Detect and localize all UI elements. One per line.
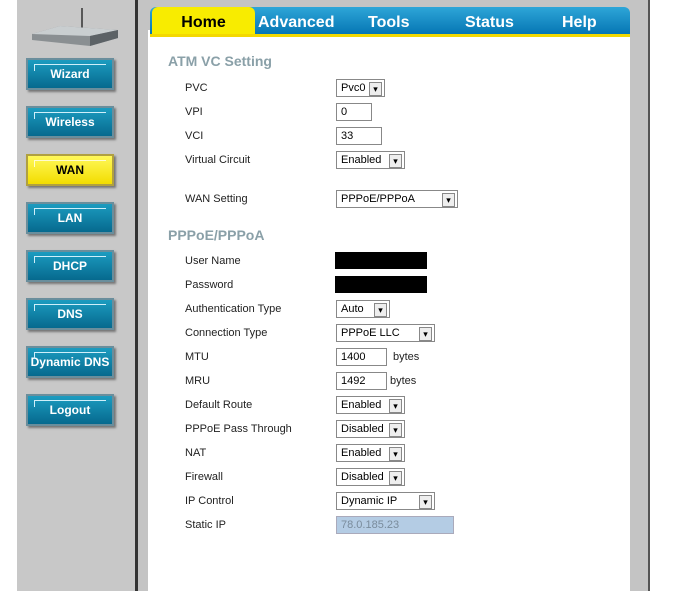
auth-type-select[interactable]: Auto [336, 300, 390, 318]
router-logo-icon [32, 8, 118, 46]
connection-type-label: Connection Type [185, 327, 268, 339]
sidebar-wan-button[interactable]: WAN [26, 154, 114, 186]
nat-label: NAT [185, 447, 207, 459]
mru-unit: bytes [390, 375, 417, 387]
password-label: Password [185, 279, 234, 291]
pppoe-pass-through-label: PPPoE Pass Through [185, 423, 292, 435]
virtual-circuit-select[interactable]: Enabled [336, 151, 405, 169]
mru-input[interactable]: 1492 [336, 372, 387, 390]
sidebar-wireless-button[interactable]: Wireless [26, 106, 114, 138]
pvc-label: PVC [185, 82, 208, 94]
sidebar-lan-button[interactable]: LAN [26, 202, 114, 234]
tab-help[interactable]: Help [562, 7, 597, 34]
tab-advanced[interactable]: Advanced [258, 7, 334, 34]
mtu-unit: bytes [393, 351, 420, 363]
wan-setting-select[interactable]: PPPoE/PPPoA [336, 190, 458, 208]
mtu-label: MTU [185, 351, 209, 363]
wan-setting-label: WAN Setting [185, 193, 248, 205]
vci-label: VCI [185, 130, 204, 142]
top-tabs: Home Advanced Tools Status Help [150, 7, 630, 37]
tab-status[interactable]: Status [465, 7, 514, 34]
divider [648, 0, 650, 591]
user-name-label: User Name [185, 255, 241, 267]
vci-input[interactable]: 33 [336, 127, 382, 145]
mtu-input[interactable]: 1400 [336, 348, 387, 366]
password-input[interactable] [335, 276, 427, 293]
firewall-select[interactable]: Disabled [336, 468, 405, 486]
nat-select[interactable]: Enabled [336, 444, 405, 462]
user-name-input[interactable] [335, 252, 427, 269]
ip-control-label: IP Control [185, 495, 234, 507]
firewall-label: Firewall [185, 471, 223, 483]
connection-type-select[interactable]: PPPoE LLC [336, 324, 435, 342]
static-ip-input: 78.0.185.23 [336, 516, 454, 534]
virtual-circuit-label: Virtual Circuit [185, 154, 251, 166]
pvc-select[interactable]: Pvc0 [336, 79, 385, 97]
auth-type-label: Authentication Type [185, 303, 282, 315]
default-route-select[interactable]: Enabled [336, 396, 405, 414]
sidebar-dhcp-button[interactable]: DHCP [26, 250, 114, 282]
pppoe-heading: PPPoE/PPPoA [168, 227, 265, 243]
sidebar-dns-button[interactable]: DNS [26, 298, 114, 330]
tab-home[interactable]: Home [152, 7, 255, 34]
sidebar-wizard-button[interactable]: Wizard [26, 58, 114, 90]
atm-vc-heading: ATM VC Setting [168, 53, 272, 69]
static-ip-label: Static IP [185, 519, 226, 531]
pppoe-pass-through-select[interactable]: Disabled [336, 420, 405, 438]
ip-control-select[interactable]: Dynamic IP [336, 492, 435, 510]
sidebar-logout-button[interactable]: Logout [26, 394, 114, 426]
default-route-label: Default Route [185, 399, 253, 411]
vpi-input[interactable]: 0 [336, 103, 372, 121]
tab-tools[interactable]: Tools [368, 7, 409, 34]
sidebar-dynamic-dns-button[interactable]: Dynamic DNS [26, 346, 114, 378]
vpi-label: VPI [185, 106, 203, 118]
mru-label: MRU [185, 375, 211, 387]
